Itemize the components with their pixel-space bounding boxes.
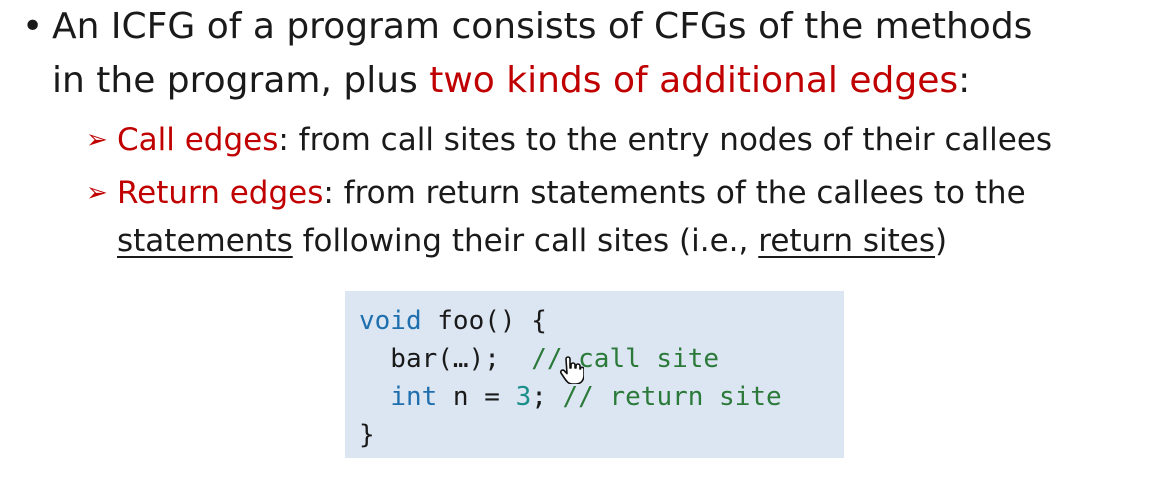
sub-bullet-call-edges: Call edges: from call sites to the entry… bbox=[117, 120, 1052, 160]
sub-bullet-return-edges: Return edges: from return statements of … bbox=[117, 173, 1026, 213]
code-line-2: bar(…); // call site bbox=[359, 340, 719, 378]
code-line-1: void foo() { bbox=[359, 302, 547, 340]
bullet-highlight: two kinds of additional edges bbox=[429, 60, 959, 101]
code-keyword-void: void bbox=[359, 306, 422, 336]
code-foo-decl: foo() { bbox=[421, 306, 547, 336]
code-keyword-int: int bbox=[390, 382, 438, 412]
call-edges-desc: : from call sites to the entry nodes of … bbox=[278, 122, 1053, 158]
slide: • An ICFG of a program consists of CFGs … bbox=[0, 0, 1150, 478]
bullet-text-2-suffix: : bbox=[958, 60, 971, 101]
code-close-brace: } bbox=[359, 420, 375, 450]
return-edges-desc: : from return statements of the callees … bbox=[323, 175, 1026, 211]
bullet-icon: • bbox=[22, 6, 44, 47]
return-edges-term: Return edges bbox=[117, 175, 324, 211]
code-bar-call: bar(…); bbox=[359, 344, 532, 374]
code-block: void foo() { bar(…); // call site int n … bbox=[345, 291, 844, 458]
bullet-text-2-prefix: in the program, plus bbox=[52, 60, 430, 101]
code-comment-return-site: // return site bbox=[546, 382, 782, 412]
sub-bullet-return-edges-cont: statements following their call sites (i… bbox=[117, 221, 947, 261]
hand-pointer-icon bbox=[559, 356, 584, 384]
call-edges-term: Call edges bbox=[117, 122, 279, 158]
code-line-4: } bbox=[359, 416, 375, 454]
code-semicolon: ; bbox=[531, 382, 547, 412]
bullet-line-1: An ICFG of a program consists of CFGs of… bbox=[52, 5, 1032, 49]
code-assign: n = bbox=[437, 382, 516, 412]
code-number-3: 3 bbox=[515, 382, 532, 412]
sub-bullet-arrow-icon: ➢ bbox=[86, 178, 108, 208]
return-edges-middle: following their call sites (i.e., bbox=[292, 223, 759, 259]
bullet-line-2: in the program, plus two kinds of additi… bbox=[52, 59, 970, 103]
bullet-text-1: An ICFG of a program consists of CFGs of… bbox=[52, 6, 1033, 47]
statements-underlined: statements bbox=[117, 223, 293, 259]
sub-bullet-arrow-icon: ➢ bbox=[86, 125, 108, 155]
return-sites-underlined: return sites bbox=[758, 223, 936, 259]
return-edges-end: ) bbox=[935, 223, 948, 259]
